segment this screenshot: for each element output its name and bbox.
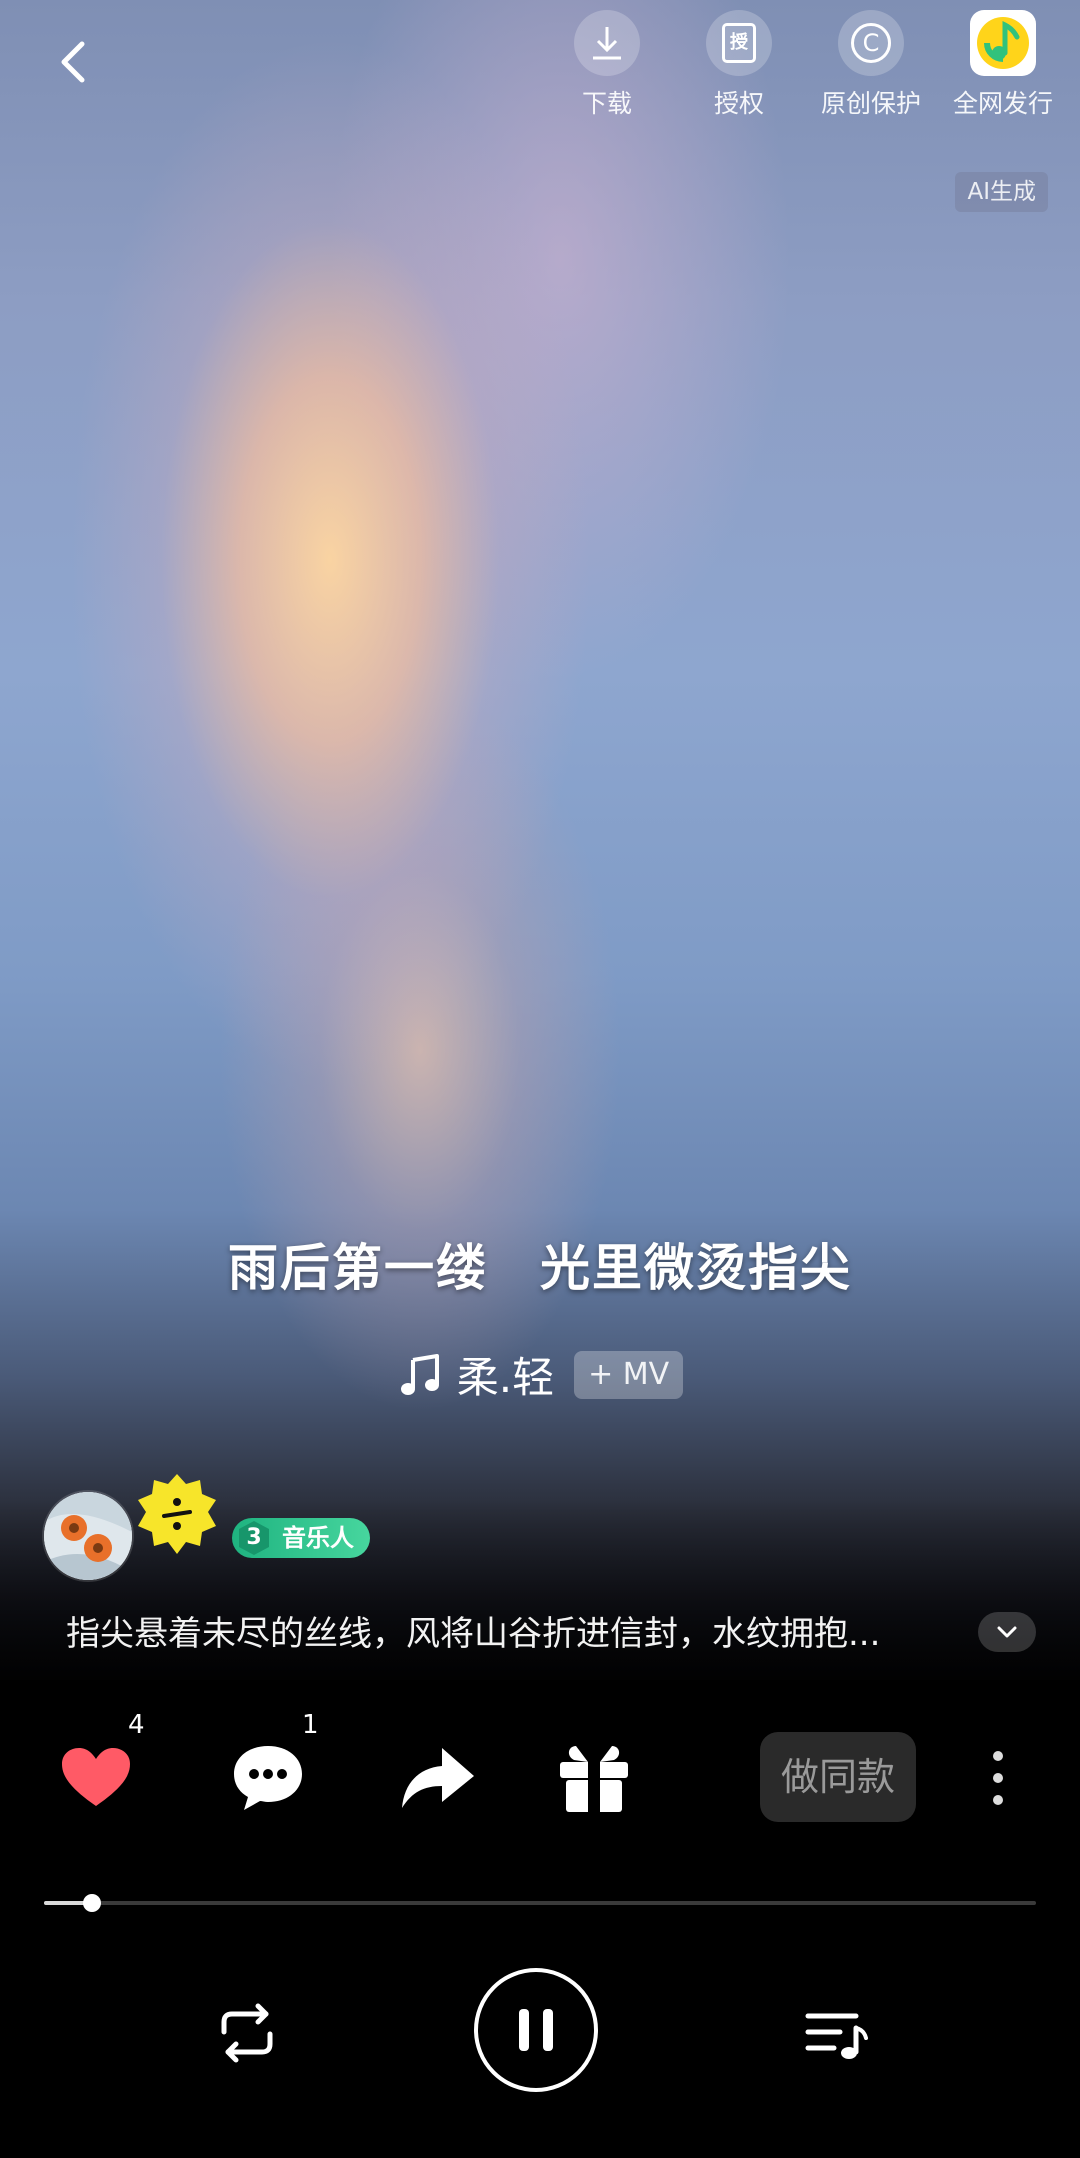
license-button[interactable]: 授 授权 xyxy=(679,10,799,120)
comment-button[interactable] xyxy=(228,1738,308,1818)
gift-button[interactable] xyxy=(554,1738,634,1818)
repeat-mode-button[interactable] xyxy=(212,1998,282,2068)
chevron-down-icon xyxy=(997,1626,1017,1638)
more-options-button[interactable] xyxy=(980,1746,1016,1810)
download-label: 下载 xyxy=(581,89,632,118)
musician-badge[interactable]: 3 音乐人 xyxy=(232,1518,370,1558)
copyright-protection-button[interactable]: C 原创保护 xyxy=(811,10,931,120)
license-glyph: 授 xyxy=(722,23,756,63)
license-icon: 授 xyxy=(706,10,772,76)
copyright-protection-label: 原创保护 xyxy=(820,89,921,118)
percent-badge-icon xyxy=(138,1474,216,1554)
add-mv-button[interactable]: + MV xyxy=(574,1350,684,1399)
music-note-icon xyxy=(400,1353,439,1395)
heart-icon xyxy=(62,1748,130,1806)
song-info: 柔.轻 + MV xyxy=(0,1344,1080,1405)
distribute-label: 全网发行 xyxy=(952,89,1053,118)
qq-music-logo xyxy=(970,10,1036,76)
distribute-button[interactable]: 全网发行 xyxy=(943,10,1063,120)
copyright-glyph: C xyxy=(851,23,891,63)
like-count: 4 xyxy=(128,1710,145,1740)
song-title[interactable]: 柔.轻 xyxy=(457,1344,554,1405)
current-lyric: 雨后第一缕 光里微烫指尖 xyxy=(228,1239,852,1297)
chevron-left-icon xyxy=(61,41,85,83)
pause-icon xyxy=(519,2009,553,2051)
like-button[interactable] xyxy=(56,1738,136,1818)
comment-icon xyxy=(234,1746,302,1810)
musician-badge-label: 音乐人 xyxy=(282,1524,354,1552)
more-vertical-icon xyxy=(993,1751,1003,1805)
gift-icon xyxy=(560,1746,628,1812)
back-button[interactable] xyxy=(52,38,100,86)
download-button[interactable]: 下载 xyxy=(547,10,667,120)
copyright-icon: C xyxy=(838,10,904,76)
author-sticker-badge[interactable] xyxy=(132,1470,222,1560)
license-label: 授权 xyxy=(713,89,764,118)
share-arrow-icon xyxy=(402,1748,474,1808)
share-button[interactable] xyxy=(398,1738,478,1818)
pause-button[interactable] xyxy=(474,1968,598,2092)
musician-level: 3 xyxy=(246,1525,262,1550)
progress-bar[interactable] xyxy=(44,1894,1036,1912)
song-description[interactable]: 指尖悬着未尽的丝线，风将山谷折进信封，水纹拥抱... xyxy=(66,1606,946,1655)
avatar[interactable] xyxy=(44,1492,132,1580)
make-same-style-button[interactable]: 做同款 xyxy=(760,1732,916,1822)
background-image xyxy=(0,0,1080,1680)
download-icon xyxy=(574,10,640,76)
playlist-button[interactable] xyxy=(800,1998,870,2068)
repeat-icon xyxy=(221,2003,273,2063)
ai-generated-badge: AI生成 xyxy=(955,172,1048,212)
comment-count: 1 xyxy=(302,1710,319,1740)
expand-description-button[interactable] xyxy=(978,1612,1036,1652)
progress-handle[interactable] xyxy=(83,1894,101,1912)
playlist-icon xyxy=(805,2013,868,2059)
